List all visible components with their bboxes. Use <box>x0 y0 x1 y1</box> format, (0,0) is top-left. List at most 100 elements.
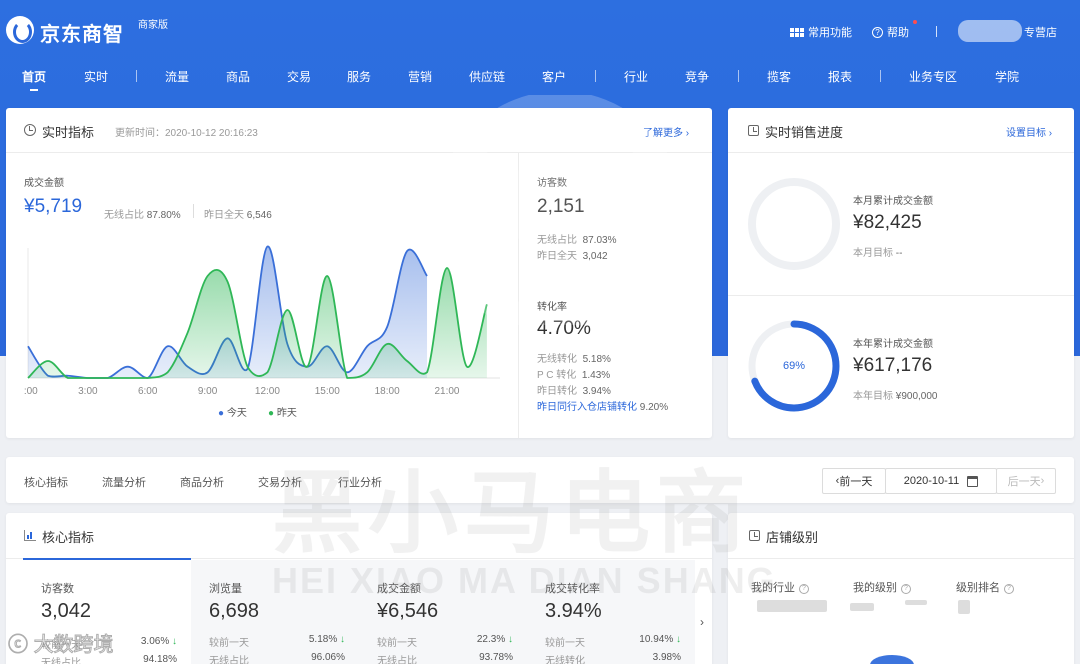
tab-product-analysis[interactable]: 商品分析 <box>180 474 224 490</box>
tab-core-metrics[interactable]: 核心指标 <box>24 474 68 490</box>
nav-separator <box>880 70 881 82</box>
update-time: 更新时间：2020-10-12 20:16:23 <box>115 128 258 139</box>
metric-change: 较前一天 22.3% ↓ <box>377 634 513 649</box>
metric-tile-visitors[interactable]: 访客数 3,042 较前一天 3.06% ↓ 无线占比 94.18% <box>23 558 191 664</box>
nav-item-products[interactable]: 商品 <box>226 68 250 85</box>
metric-value: 3,042 <box>41 600 92 622</box>
visitors-value: 2,151 <box>537 196 585 217</box>
shop-name-blurred <box>958 20 1022 42</box>
nav-active-underline <box>30 89 38 91</box>
x-tick-label: 6:00 <box>138 386 158 397</box>
tab-trade-analysis[interactable]: 交易分析 <box>258 474 302 490</box>
card-divider <box>728 558 1074 559</box>
next-day-label: 后一天 <box>1007 476 1041 488</box>
metric-label: 浏览量 <box>209 583 242 595</box>
legend-yesterday[interactable]: ● 昨天 <box>268 404 297 419</box>
level-rank-header: 级别排名? <box>956 579 1014 595</box>
grid-icon <box>790 27 804 37</box>
pc-conversion: P C 转化 1.43% <box>537 370 611 381</box>
visitors-label: 访客数 <box>537 178 567 189</box>
wireless-conversion: 无线转化 5.18% <box>537 354 611 365</box>
nav-item-home[interactable]: 首页 <box>22 68 46 85</box>
question-icon[interactable]: ? <box>799 584 809 594</box>
down-arrow-icon: ↓ <box>172 636 177 647</box>
x-tick-label: 0:00 <box>24 386 38 397</box>
learn-more-link[interactable]: 了解更多 › <box>643 124 689 139</box>
core-metrics-title: 核心指标 <box>42 530 95 545</box>
nav-item-traffic[interactable]: 流量 <box>165 68 189 85</box>
tab-traffic-analysis[interactable]: 流量分析 <box>102 474 146 490</box>
peer-conversion-link[interactable]: 昨日同行入仓店铺转化 9.20% <box>537 398 668 413</box>
sales-progress-title: 实时销售进度 <box>765 125 844 140</box>
tab-industry-analysis[interactable]: 行业分析 <box>338 474 382 490</box>
my-level-header: 我的级别? <box>853 579 911 595</box>
nav-separator <box>738 70 739 82</box>
brand-name[interactable]: 京东商智 <box>40 18 124 47</box>
nav-item-business-zone[interactable]: 业务专区 <box>909 68 957 85</box>
nav-item-reports[interactable]: 报表 <box>828 68 852 85</box>
month-target: 本月目标 -- <box>853 248 903 259</box>
month-gmv-value: ¥82,425 <box>853 212 922 233</box>
question-icon[interactable]: ? <box>901 584 911 594</box>
metric-label: 访客数 <box>41 583 74 595</box>
card-divider <box>6 152 712 153</box>
main-nav: 首页 实时 流量 商品 交易 服务 营销 供应链 客户 行业 竞争 揽客 报表 … <box>0 64 1080 92</box>
metric-wireless: 无线占比 94.18% <box>41 654 177 664</box>
jd-logo-icon[interactable] <box>6 16 34 44</box>
nav-item-supply-chain[interactable]: 供应链 <box>469 68 505 85</box>
metric-tile-gmv[interactable]: 成交金额 ¥6,546 较前一天 22.3% ↓ 无线占比 93.78% <box>359 560 527 664</box>
tiles-next-arrow[interactable]: › <box>700 615 704 629</box>
metric-wireless: 无线转化 3.98% <box>545 652 681 664</box>
card-divider <box>728 295 1074 296</box>
calendar-icon <box>967 475 979 487</box>
nav-item-industry[interactable]: 行业 <box>624 68 648 85</box>
metric-label: 成交转化率 <box>545 583 600 595</box>
bar-chart-icon <box>24 530 36 541</box>
question-icon[interactable]: ? <box>1004 584 1014 594</box>
x-tick-label: 21:00 <box>434 386 459 397</box>
metric-tile-pageviews[interactable]: 浏览量 6,698 较前一天 5.18% ↓ 无线占比 96.06% <box>191 560 359 664</box>
nav-item-marketing[interactable]: 营销 <box>408 68 432 85</box>
nav-item-acquisition[interactable]: 揽客 <box>767 68 791 85</box>
next-day-button[interactable]: 后一天 › <box>996 468 1056 494</box>
nav-item-academy[interactable]: 学院 <box>995 68 1019 85</box>
gmv-value: ¥5,719 <box>24 196 83 217</box>
set-target-label: 设置目标 <box>1006 128 1046 139</box>
x-tick-label: 3:00 <box>78 386 98 397</box>
month-gmv-label: 本月累计成交金额 <box>853 196 933 207</box>
nav-separator <box>136 70 137 82</box>
year-percent: 69% <box>782 360 806 372</box>
shop-menu[interactable]: 专营店 <box>1024 24 1057 40</box>
nav-item-competition[interactable]: 竞争 <box>685 68 709 85</box>
shop-level-title: 店铺级别 <box>766 530 819 545</box>
nav-item-realtime[interactable]: 实时 <box>84 68 108 85</box>
conversion-label: 转化率 <box>537 302 567 313</box>
metric-value: ¥6,546 <box>377 600 439 622</box>
visitors-wireless: 无线占比 87.03% <box>537 235 617 246</box>
metric-wireless: 无线占比 96.06% <box>209 652 345 664</box>
common-functions-button[interactable]: 常用功能 <box>790 24 852 40</box>
help-button[interactable]: ? 帮助 <box>872 24 909 40</box>
metric-change: 较前一天 3.06% ↓ <box>41 636 177 651</box>
metric-tile-conversion[interactable]: 成交转化率 3.94% 较前一天 10.94% ↓ 无线转化 3.98% <box>527 560 695 664</box>
set-target-link[interactable]: 设置目标 › <box>1006 124 1052 139</box>
nav-item-trade[interactable]: 交易 <box>287 68 311 85</box>
gmv-yesterday: 昨日全天 6,546 <box>204 210 272 221</box>
common-functions-label: 常用功能 <box>808 27 852 39</box>
date-value: 2020-10-11 <box>903 475 960 487</box>
clock-icon <box>24 124 36 136</box>
date-input[interactable]: 2020-10-11 <box>885 468 997 494</box>
yesterday-conversion: 昨日转化 3.94% <box>537 386 611 397</box>
x-tick-label: 15:00 <box>315 386 340 397</box>
shop-icon <box>749 530 760 541</box>
help-icon: ? <box>872 26 883 38</box>
metric-change: 较前一天 10.94% ↓ <box>545 634 681 649</box>
prev-day-button[interactable]: ‹ 前一天 <box>822 468 886 494</box>
nav-item-customers[interactable]: 客户 <box>542 68 566 85</box>
realtime-gmv-chart[interactable]: 0:00 3:00 6:00 9:00 12:00 15:00 18:00 21:00 <box>24 238 500 414</box>
nav-item-service[interactable]: 服务 <box>347 68 371 85</box>
gmv-wireless-share: 无线占比 87.80% <box>104 210 181 221</box>
learn-more-label: 了解更多 <box>643 128 683 139</box>
topbar-separator <box>936 26 937 37</box>
legend-today[interactable]: ● 今天 <box>218 404 247 419</box>
